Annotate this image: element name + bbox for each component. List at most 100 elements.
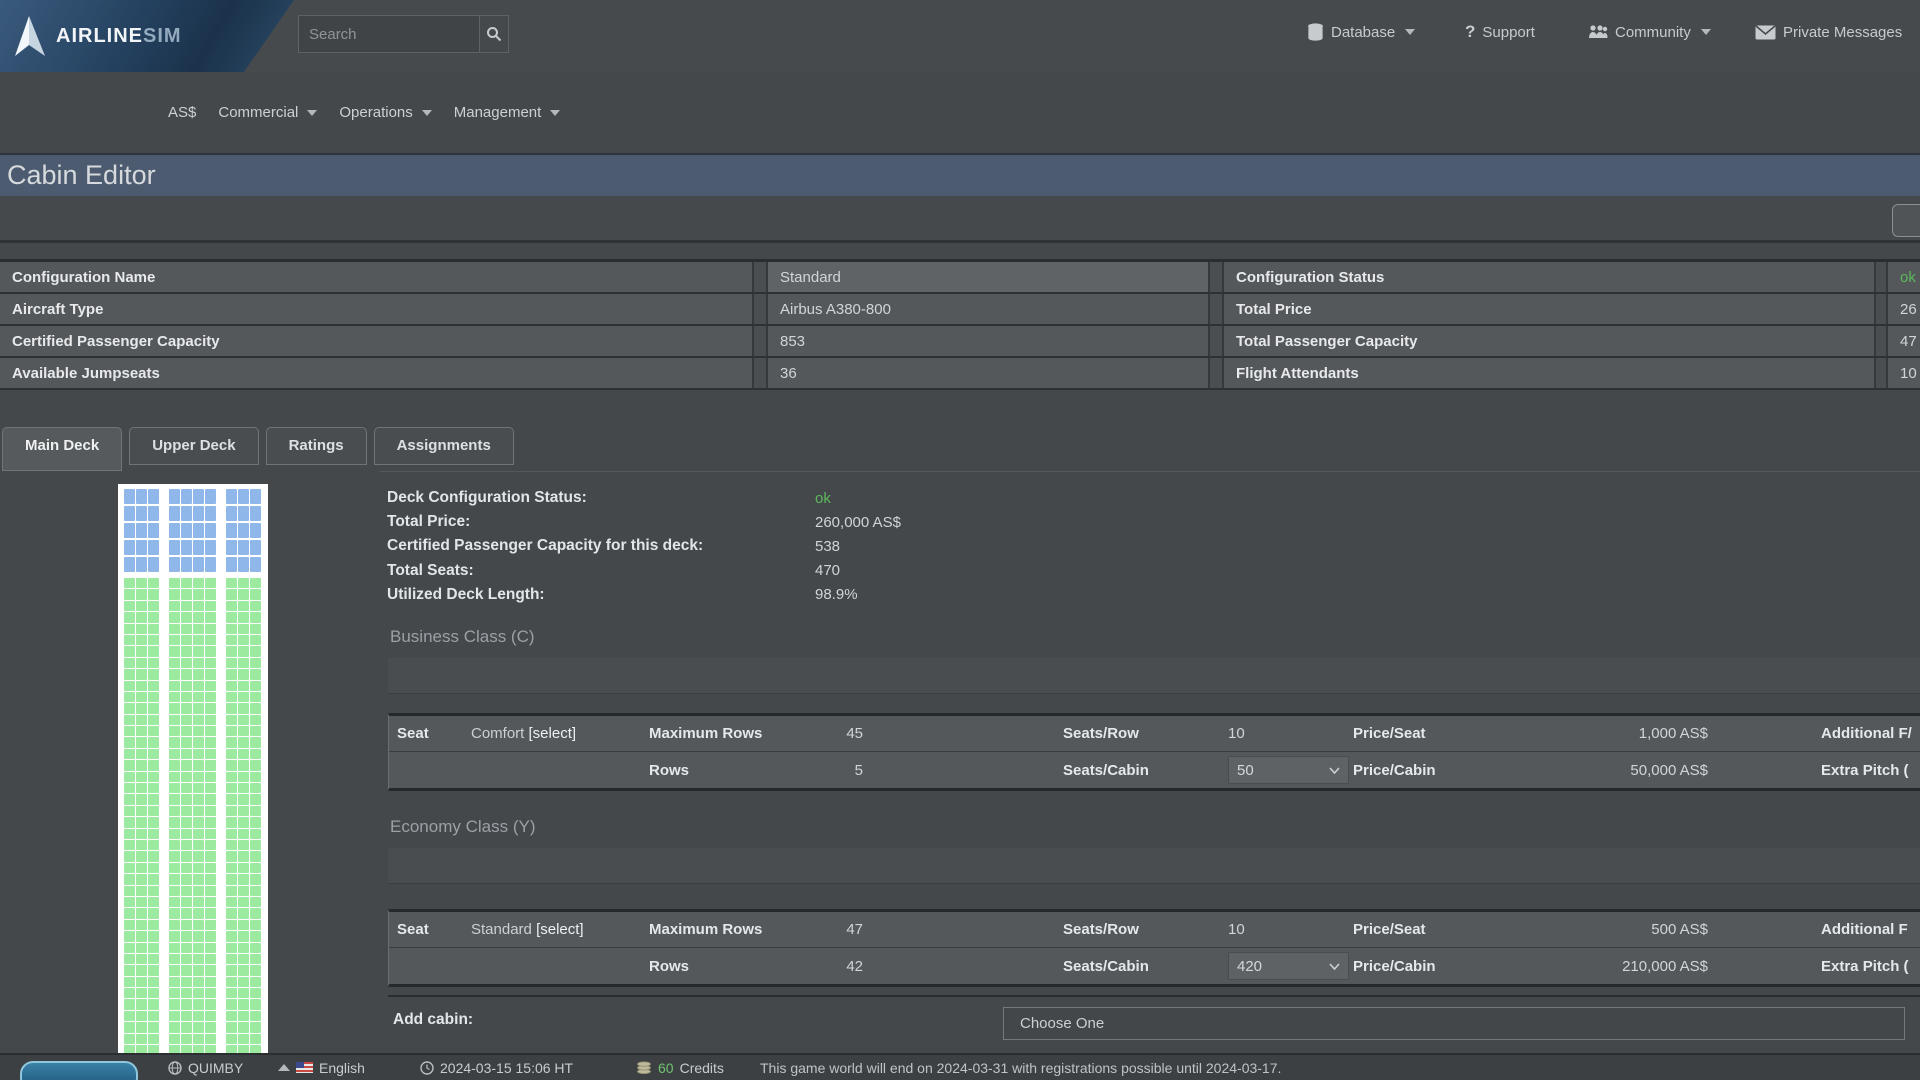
nav-management[interactable]: Management (454, 104, 561, 121)
menu-community-label: Community (1615, 24, 1691, 41)
seat (238, 806, 249, 816)
seat (205, 1045, 216, 1053)
seat (136, 772, 147, 782)
seat (205, 624, 216, 634)
seat-select-link[interactable]: [select] (536, 921, 584, 938)
seat (226, 1045, 237, 1053)
seat (238, 886, 249, 896)
seat (136, 863, 147, 873)
seat (226, 863, 237, 873)
seat (136, 817, 147, 827)
seat-group (226, 681, 261, 691)
seat (193, 954, 204, 964)
seat-group (124, 999, 159, 1009)
seat-group (169, 794, 216, 804)
seat (238, 681, 249, 691)
nav-operations[interactable]: Operations (339, 104, 431, 121)
seats-per-cabin-dropdown[interactable]: 50 (1228, 756, 1349, 784)
seat-group (226, 954, 261, 964)
seat (238, 760, 249, 770)
seat (250, 760, 261, 770)
seat (181, 1034, 192, 1044)
seat (136, 635, 147, 645)
menu-private-messages-label: Private Messages (1783, 24, 1902, 41)
seat-row (124, 692, 262, 702)
seat (226, 794, 237, 804)
seat (136, 886, 147, 896)
seat (181, 635, 192, 645)
seat (181, 1011, 192, 1021)
seat (148, 829, 159, 839)
seat (250, 489, 261, 504)
seat (205, 715, 216, 725)
nav-as-money[interactable]: AS$ (168, 104, 196, 121)
credits-value: 60 (658, 1060, 674, 1076)
menu-private-messages[interactable]: Private Messages (1755, 0, 1902, 64)
seat (226, 829, 237, 839)
seat-group (226, 794, 261, 804)
seat (226, 658, 237, 668)
airlinesim-logo[interactable]: AIRLINESIM (0, 0, 294, 72)
seat (124, 863, 135, 873)
menu-community[interactable]: Community (1588, 0, 1711, 64)
economy-seat-section (124, 578, 262, 1053)
seat-group (124, 965, 159, 975)
credits-indicator[interactable]: 60 Credits (636, 1055, 724, 1080)
seat (226, 897, 237, 907)
seat (148, 726, 159, 736)
rows-label: Rows (649, 958, 799, 975)
seat (124, 489, 135, 504)
search-button[interactable] (479, 15, 509, 53)
menu-support[interactable]: ? Support (1465, 0, 1535, 64)
search-input[interactable] (298, 15, 480, 53)
seat-group (226, 897, 261, 907)
certified-capacity-value: 853 (768, 326, 1208, 356)
seat (124, 578, 135, 588)
seat (238, 646, 249, 656)
seat (205, 489, 216, 504)
username: QUIMBY (188, 1060, 243, 1076)
seat (193, 669, 204, 679)
user-indicator[interactable]: QUIMBY (168, 1055, 243, 1080)
tab-ratings[interactable]: Ratings (266, 427, 367, 465)
seat (169, 726, 180, 736)
column-divider (752, 294, 768, 324)
maximum-rows-value: 47 (799, 921, 863, 938)
config-name-value[interactable]: Standard (768, 262, 1208, 292)
seat (250, 977, 261, 987)
price-per-cabin-label: Price/Cabin (1353, 762, 1513, 779)
tab-upper-deck[interactable]: Upper Deck (129, 427, 258, 465)
tab-main-deck[interactable]: Main Deck (2, 427, 122, 471)
add-cabin-dropdown[interactable]: Choose One (1003, 1007, 1905, 1040)
seat (226, 1022, 237, 1032)
language-selector[interactable]: English (278, 1055, 365, 1080)
menu-database[interactable]: Database (1307, 0, 1415, 64)
business-seat-section (124, 489, 262, 572)
seat (169, 886, 180, 896)
seat (136, 669, 147, 679)
seat (169, 540, 180, 555)
seat-select-link[interactable]: [select] (529, 725, 577, 742)
seat-group (226, 658, 261, 668)
seat (169, 783, 180, 793)
seat (250, 999, 261, 1009)
seat-group (169, 578, 216, 588)
seat-group (124, 646, 159, 656)
seat (169, 999, 180, 1009)
seats-per-cabin-dropdown[interactable]: 420 (1228, 952, 1349, 980)
seat (250, 658, 261, 668)
nav-commercial[interactable]: Commercial (218, 104, 317, 121)
seat (193, 920, 204, 930)
toolbar-button-clipped[interactable] (1892, 204, 1920, 237)
seat-row (124, 863, 262, 873)
seat (193, 943, 204, 953)
tab-assignments[interactable]: Assignments (374, 427, 514, 465)
seat (181, 897, 192, 907)
seat (238, 669, 249, 679)
price-per-seat-value: 500 AS$ (1513, 921, 1708, 938)
seat (136, 874, 147, 884)
seat-row (124, 715, 262, 725)
seat (124, 601, 135, 611)
status-pill-button[interactable] (20, 1061, 138, 1080)
seat-group (124, 920, 159, 930)
